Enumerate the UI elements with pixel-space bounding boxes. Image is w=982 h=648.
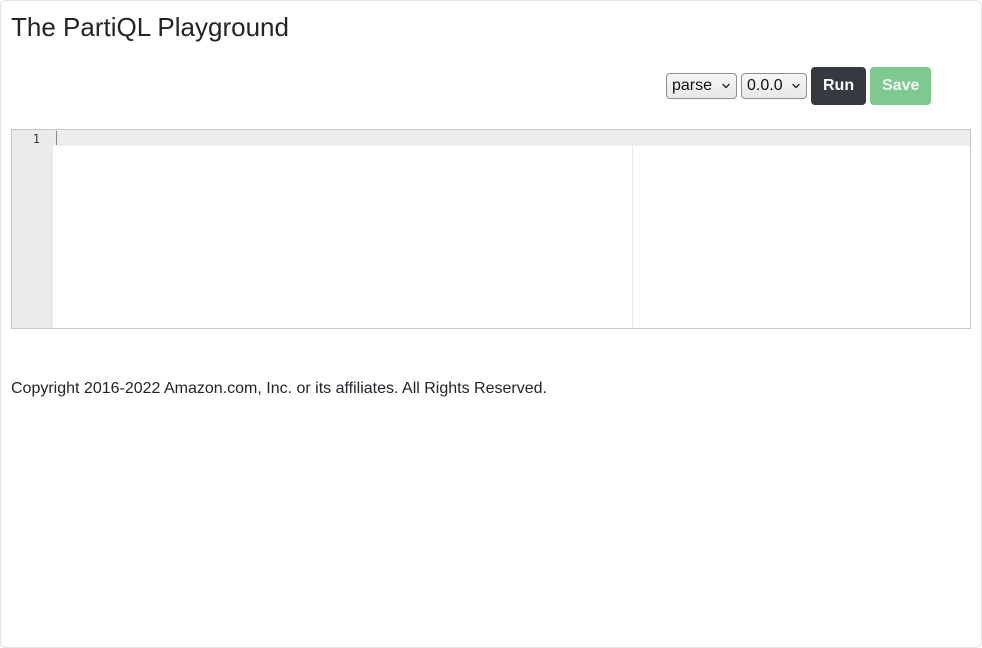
run-button[interactable]: Run — [811, 67, 866, 105]
chevron-down-icon — [792, 83, 800, 89]
toolbar: parse 0.0.0 Run Save — [666, 67, 931, 105]
editor-text-area[interactable] — [53, 146, 970, 328]
editor-gutter: 1 — [12, 130, 53, 328]
mode-select-value: parse — [672, 77, 713, 94]
active-line-highlight — [53, 130, 970, 146]
page-title: The PartiQL Playground — [11, 12, 289, 42]
save-button[interactable]: Save — [870, 67, 931, 105]
copyright-text: Copyright 2016-2022 Amazon.com, Inc. or … — [11, 380, 547, 397]
chevron-down-icon — [722, 83, 730, 89]
version-select-value: 0.0.0 — [747, 77, 783, 94]
query-editor[interactable]: 1 — [11, 129, 971, 329]
line-number: 1 — [32, 132, 40, 146]
playground-page: The PartiQL Playground parse 0.0.0 Run S… — [0, 0, 982, 648]
text-cursor — [56, 131, 57, 145]
print-margin — [632, 146, 633, 328]
version-select[interactable]: 0.0.0 — [741, 73, 807, 99]
mode-select[interactable]: parse — [666, 73, 737, 99]
